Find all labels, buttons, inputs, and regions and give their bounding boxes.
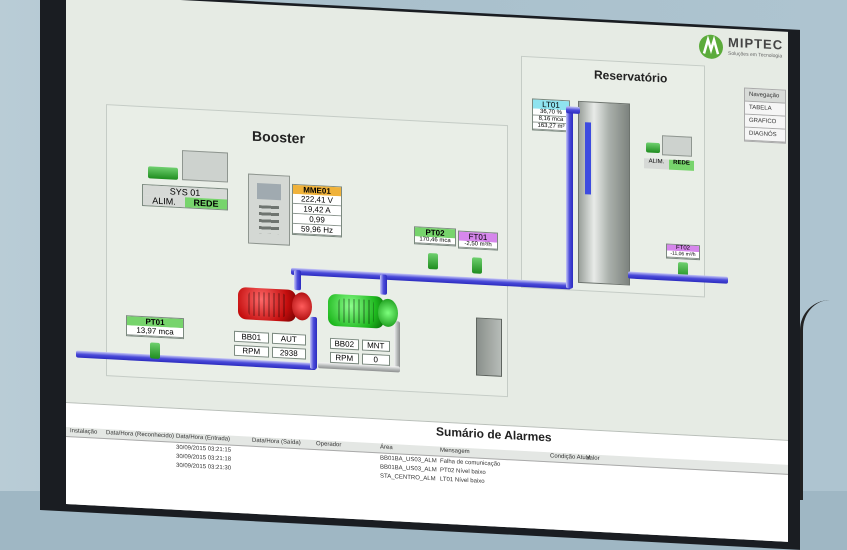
col-entrada[interactable]: Data/Hora (Entrada) [176, 434, 230, 443]
sys01-alim-label: ALIM. [143, 195, 185, 208]
ft02-display: FT02 -11,06 m³/h [666, 243, 700, 261]
pump-bb02-green[interactable] [328, 293, 384, 329]
antenna-icon [646, 142, 660, 154]
alarm-message: PT02 Nível baixo [440, 467, 486, 476]
mme01-keypad [259, 205, 279, 235]
brand-logo: MIPTEC Soluções em Tecnologia [698, 27, 788, 72]
col-operador[interactable]: Operador [316, 441, 341, 448]
pt02-transmitter [428, 252, 438, 270]
reservatorio-controller [662, 135, 692, 157]
col-reconhecido[interactable]: Data/Hora (Reconhecido) [106, 430, 174, 440]
reservoir-tank [578, 100, 630, 286]
ft01-display: FT01 -2,50 m³/h [458, 230, 498, 251]
pump-bb02-volute [378, 298, 398, 328]
pt01-value: 13,97 mca [127, 325, 183, 339]
booster-title: Booster [252, 127, 305, 147]
mme01-meter-device [248, 173, 290, 246]
bb01-rpm-label: RPM [234, 344, 269, 358]
tank-level-bar [585, 122, 591, 195]
alarm-message: Falha de comunicação [440, 458, 501, 468]
bb01-label: BB01 [234, 330, 269, 344]
col-valor[interactable]: Valor [586, 455, 600, 462]
brand-name: MIPTEC [728, 34, 784, 53]
bb02-label: BB02 [330, 337, 359, 351]
col-area[interactable]: Área [380, 444, 393, 451]
bb02-status: BB02 MNT RPM 0 [330, 337, 390, 366]
mme01-display: MME01 222,41 V 19,42 A 0,99 59,96 Hz [292, 183, 342, 238]
alarm-message: LT01 Nível baixo [440, 476, 485, 485]
pt01-transmitter [150, 342, 160, 359]
pt01-display: PT01 13,97 mca [126, 315, 184, 340]
col-condicao[interactable]: Condição Atual [550, 453, 590, 461]
sys01-antenna-icon [148, 166, 178, 180]
pt02-value: 170,46 mca [415, 236, 455, 246]
bb02-rpm-label: RPM [330, 351, 359, 365]
col-mensagem[interactable]: Mensagem [440, 448, 470, 456]
reservatorio-rede-label: REDE [669, 159, 694, 171]
reservatorio-alim-label: ALIM. [644, 158, 669, 170]
pump-bb01-red[interactable] [238, 287, 296, 323]
bb02-rpm-value: 0 [361, 353, 390, 366]
sys01-status: SYS 01 ALIM. REDE [142, 183, 228, 211]
lt01-volume: 163,27 m³ [533, 122, 569, 132]
nav-item-diagnos[interactable]: DIAGNÓS [745, 127, 785, 143]
suction-riser [310, 316, 317, 370]
ft01-transmitter [472, 257, 482, 274]
lt01-display: LT01 36,70 % 8,16 mca 163,27 m³ [532, 98, 570, 133]
cable [800, 300, 833, 500]
alarm-entrada: 30/09/2015 03:21:15 [176, 444, 232, 454]
pump1-riser [294, 269, 301, 291]
reservoir-inlet-top [566, 106, 580, 114]
alarm-summary-title: Sumário de Alarmes [436, 424, 552, 445]
booster-panel [106, 104, 508, 398]
ft01-value: -2,50 m³/h [459, 240, 497, 250]
col-saida[interactable]: Data/Hora (Saída) [252, 438, 301, 447]
mme01-screen [257, 183, 281, 201]
sys01-controller [182, 150, 228, 183]
brand-logo-icon [699, 34, 723, 59]
bb01-mode: AUT [271, 332, 306, 346]
alarm-area: BB01BA_US03_ALM [380, 455, 437, 465]
navigation-panel: Navegação TABELA GRAFICO DIAGNÓS [744, 87, 786, 144]
pump-bb01-volute [292, 291, 312, 321]
bb02-mode: MNT [361, 339, 390, 352]
scada-screen: MIPTEC Soluções em Tecnologia Navegação … [66, 0, 788, 542]
ft02-value: -11,06 m³/h [667, 250, 699, 260]
sys01-rede-label: REDE [185, 197, 227, 210]
bb01-status: BB01 AUT RPM 2938 [234, 330, 306, 360]
pump2-riser [380, 274, 387, 295]
bb01-rpm-value: 2938 [271, 346, 306, 360]
mme01-frequency: 59,96 Hz [293, 223, 341, 237]
pump2-suction-riser [394, 321, 400, 372]
col-instalacao[interactable]: Instalação [70, 428, 97, 435]
alarm-summary: Sumário de Alarmes Instalação Data/Hora … [66, 402, 788, 542]
electrical-cabinet [476, 317, 502, 377]
reservoir-inlet-pipe [566, 106, 573, 289]
pt02-display: PT02 170,46 mca [414, 226, 456, 247]
